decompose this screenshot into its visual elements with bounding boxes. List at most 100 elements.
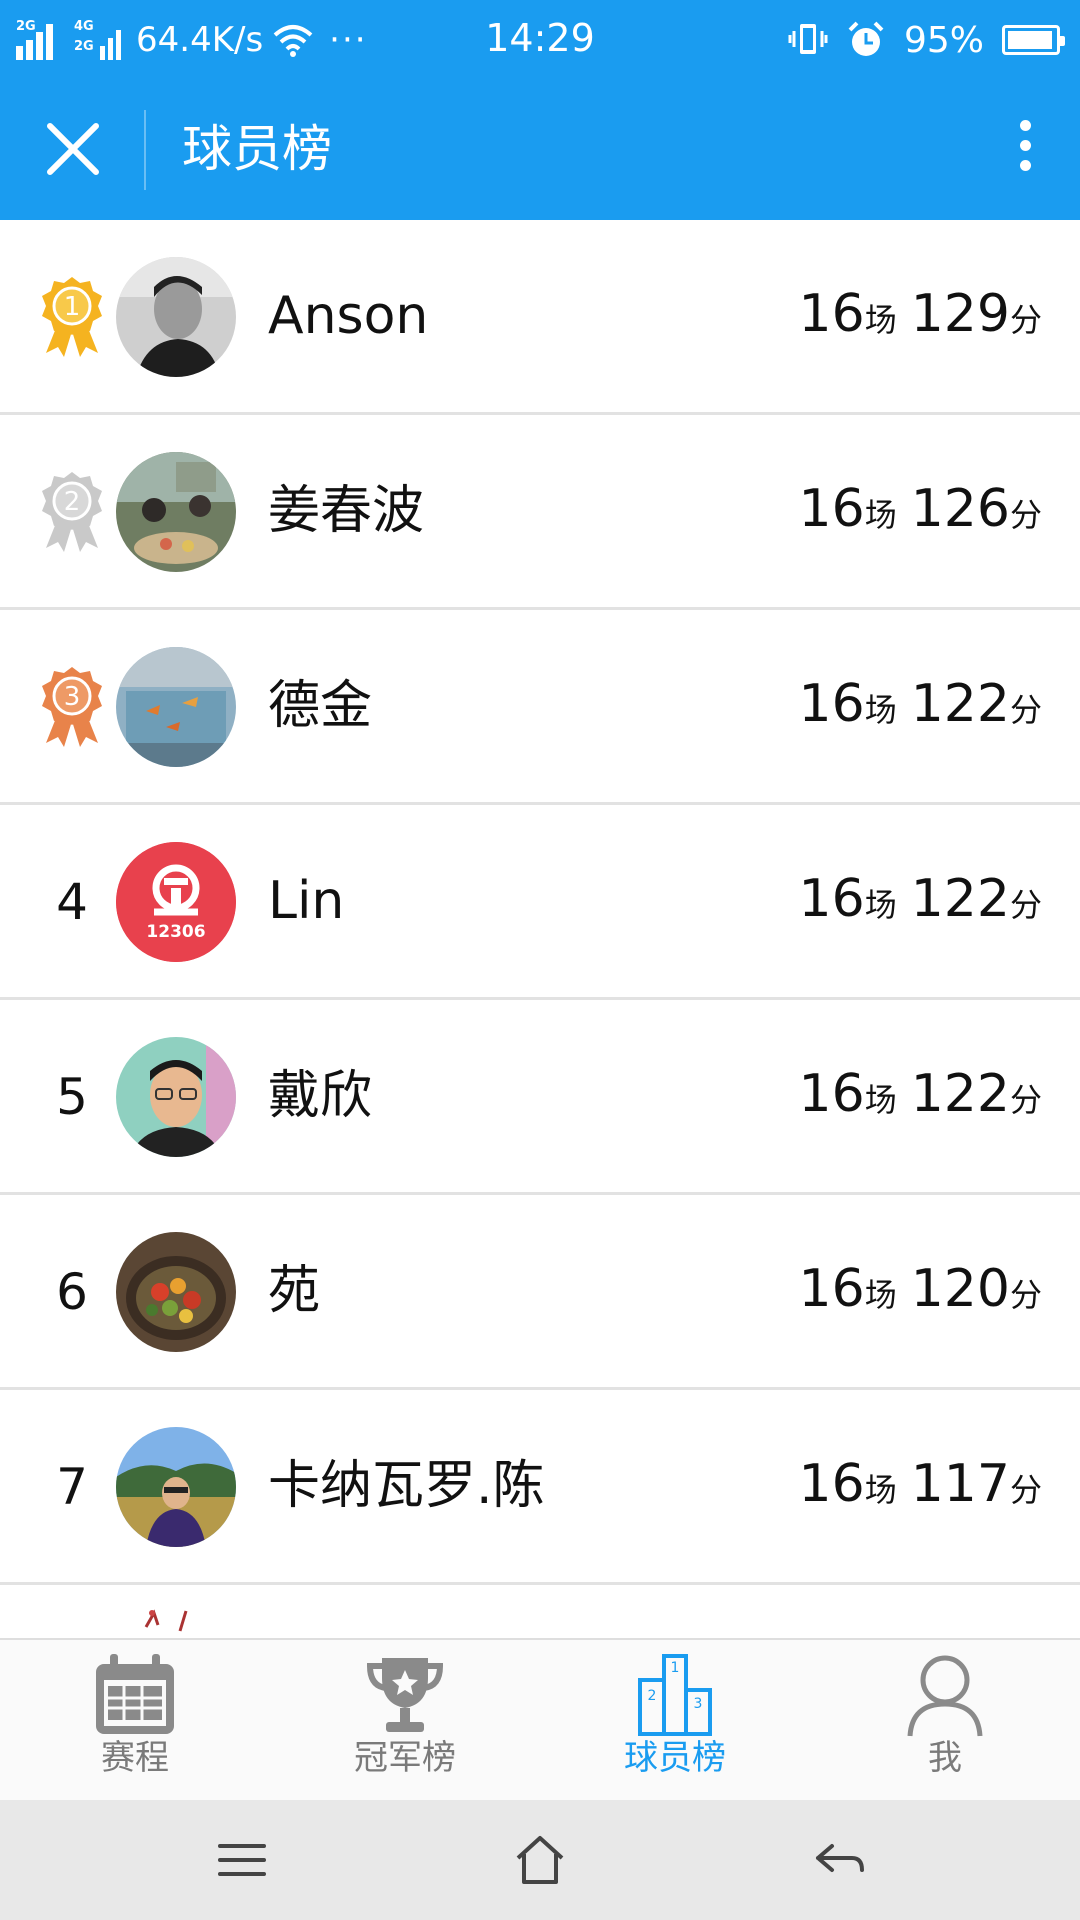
rank-medal: 2 xyxy=(36,467,108,557)
player-name: Lin xyxy=(268,871,345,931)
points-count: 122 xyxy=(910,1064,1010,1124)
games-count: 16 xyxy=(798,869,865,929)
status-right: 95% xyxy=(788,14,1065,66)
rank: 5 xyxy=(36,1052,108,1142)
tab-champions[interactable]: 冠军榜 xyxy=(270,1652,540,1797)
points-count: 120 xyxy=(910,1259,1010,1319)
games-count: 16 xyxy=(798,479,865,539)
games-count: 16 xyxy=(798,1259,865,1319)
battery-icon xyxy=(1002,25,1065,55)
svg-text:1: 1 xyxy=(671,1660,680,1676)
rank-number: 3 xyxy=(63,682,81,712)
calendar-icon xyxy=(96,1654,174,1734)
battery-percent: 95% xyxy=(903,19,984,61)
player-row[interactable] xyxy=(0,1585,1080,1638)
player-name: Anson xyxy=(268,286,429,346)
rank-number: 5 xyxy=(56,1068,88,1126)
tab-player-ranking[interactable]: 1 2 3 球员榜 xyxy=(540,1652,810,1797)
games-count: 16 xyxy=(798,1454,865,1514)
more-vertical-icon[interactable] xyxy=(1010,114,1040,184)
games-unit: 场 xyxy=(864,691,897,729)
avatar xyxy=(116,1232,236,1352)
games-unit: 场 xyxy=(864,496,897,534)
player-stats: 16场 122分 xyxy=(799,863,1042,947)
rank-number: 1 xyxy=(63,292,81,322)
player-stats: 16场 122分 xyxy=(799,1058,1042,1142)
player-name: 德金 xyxy=(268,676,373,736)
tab-schedule[interactable]: 赛程 xyxy=(0,1652,270,1797)
avatar-text: 12306 xyxy=(146,922,206,942)
rank: 6 xyxy=(36,1247,108,1337)
rank: 4 xyxy=(36,857,108,947)
tab-label: 赛程 xyxy=(101,1738,169,1778)
alarm-icon xyxy=(848,21,884,56)
games-unit: 场 xyxy=(864,1471,897,1509)
player-row[interactable]: 5 戴欣 16场 122分 xyxy=(0,1000,1080,1195)
games-unit: 场 xyxy=(864,886,897,924)
rank-medal: 1 xyxy=(36,272,108,362)
games-count: 16 xyxy=(798,284,865,344)
vibrate-icon xyxy=(788,24,828,54)
avatar xyxy=(116,1427,236,1547)
player-stats: 16场 120分 xyxy=(799,1253,1042,1337)
player-row[interactable]: 1 Anson 16场 129分 xyxy=(0,220,1080,415)
player-row[interactable]: 2 姜春波 16场 126分 xyxy=(0,415,1080,610)
svg-text:2: 2 xyxy=(648,1688,657,1704)
player-list[interactable]: 1 Anson 16场 129分 2 姜春波 16场 126分 3 德金 16场… xyxy=(0,220,1080,1638)
points-unit: 分 xyxy=(1009,886,1042,924)
podium-icon: 1 2 3 xyxy=(638,1654,712,1736)
player-name: 姜春波 xyxy=(268,481,425,541)
points-count: 117 xyxy=(910,1454,1010,1514)
points-unit: 分 xyxy=(1009,1471,1042,1509)
rank-medal: 3 xyxy=(36,662,108,752)
player-row[interactable]: 3 德金 16场 122分 xyxy=(0,610,1080,805)
games-unit: 场 xyxy=(864,1081,897,1119)
player-name: 戴欣 xyxy=(268,1066,373,1126)
points-unit: 分 xyxy=(1009,1276,1042,1314)
points-count: 122 xyxy=(910,674,1010,734)
close-icon[interactable] xyxy=(44,120,102,178)
tab-label: 冠军榜 xyxy=(354,1738,456,1778)
player-stats: 16场 126分 xyxy=(799,473,1042,557)
games-count: 16 xyxy=(798,674,865,734)
rank: 7 xyxy=(36,1442,108,1532)
svg-text:3: 3 xyxy=(694,1696,703,1712)
avatar xyxy=(116,452,236,572)
player-row[interactable]: 6 苑 16场 120分 xyxy=(0,1195,1080,1390)
points-count: 126 xyxy=(910,479,1010,539)
avatar xyxy=(116,647,236,767)
person-icon xyxy=(907,1655,983,1737)
system-nav-bar xyxy=(0,1800,1080,1920)
home-icon[interactable] xyxy=(510,1830,570,1890)
tab-me[interactable]: 我 xyxy=(810,1652,1080,1797)
points-count: 129 xyxy=(910,284,1010,344)
page-title: 球员榜 xyxy=(182,120,332,178)
title-bar: 球员榜 xyxy=(0,80,1080,220)
player-name: 卡纳瓦罗.陈 xyxy=(268,1456,545,1516)
games-count: 16 xyxy=(798,1064,865,1124)
points-unit: 分 xyxy=(1009,1081,1042,1119)
avatar xyxy=(116,257,236,377)
avatar-partial xyxy=(144,1609,188,1632)
menu-icon[interactable] xyxy=(212,1830,272,1890)
tab-label: 我 xyxy=(928,1738,962,1778)
avatar: 12306 xyxy=(116,842,236,962)
games-unit: 场 xyxy=(864,1276,897,1314)
player-name: 苑 xyxy=(268,1261,321,1321)
rank-number: 6 xyxy=(56,1263,88,1321)
rank-number: 7 xyxy=(56,1458,88,1516)
bottom-tab-bar: 赛程 冠军榜 1 2 3 球员榜 我 xyxy=(0,1638,1080,1800)
back-icon[interactable] xyxy=(810,1830,870,1890)
points-unit: 分 xyxy=(1009,496,1042,534)
points-unit: 分 xyxy=(1009,691,1042,729)
player-stats: 16场 117分 xyxy=(799,1448,1042,1532)
player-row[interactable]: 4 12306 Lin 16场 122分 xyxy=(0,805,1080,1000)
title-divider xyxy=(144,110,146,190)
games-unit: 场 xyxy=(864,301,897,339)
tab-label: 球员榜 xyxy=(624,1738,726,1778)
points-unit: 分 xyxy=(1009,301,1042,339)
player-stats: 16场 122分 xyxy=(799,668,1042,752)
player-row[interactable]: 7 卡纳瓦罗.陈 16场 117分 xyxy=(0,1390,1080,1585)
rank-number: 4 xyxy=(56,873,88,931)
avatar xyxy=(116,1037,236,1157)
